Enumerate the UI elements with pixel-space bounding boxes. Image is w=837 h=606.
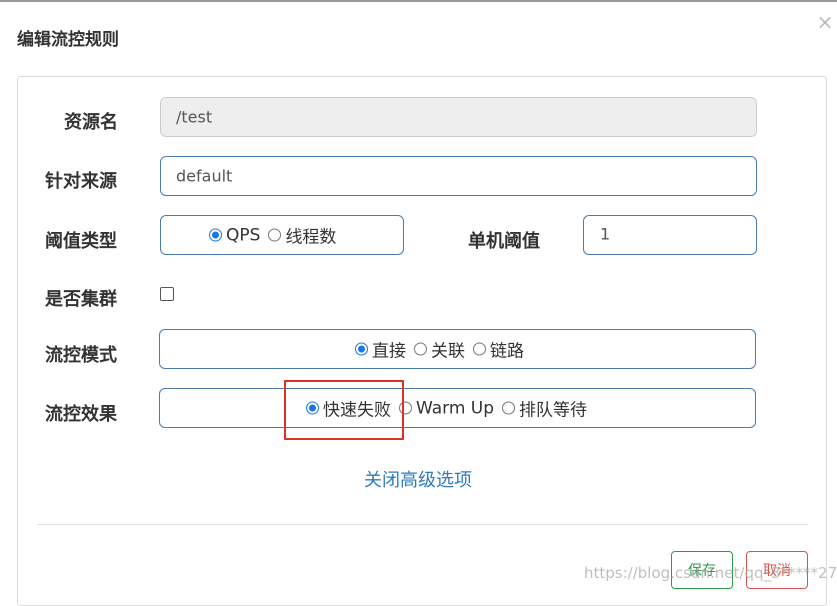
cluster-label: 是否集群 <box>45 289 117 310</box>
radio-queue[interactable]: 排队等待 <box>502 396 587 421</box>
radio-fast-fail-label: 快速失败 <box>323 400 391 421</box>
radio-thread-count-button[interactable] <box>268 228 282 242</box>
save-button[interactable]: 保存 <box>671 551 733 589</box>
single-threshold-value: 1 <box>600 224 611 244</box>
cancel-button[interactable]: 取消 <box>746 551 808 589</box>
threshold-type-label: 阈值类型 <box>45 231 117 252</box>
control-effect-group: 快速失败 Warm Up 排队等待 <box>159 388 756 428</box>
close-icon[interactable]: × <box>815 12 835 32</box>
single-threshold-input[interactable]: 1 <box>583 215 757 255</box>
radio-chain-label: 链路 <box>490 341 524 362</box>
radio-qps-label: QPS <box>226 225 261 245</box>
radio-chain[interactable]: 链路 <box>473 337 524 362</box>
radio-relate[interactable]: 关联 <box>414 337 465 362</box>
radio-queue-button[interactable] <box>502 401 516 415</box>
radio-chain-button[interactable] <box>473 342 486 356</box>
radio-thread-count-label: 线程数 <box>285 227 337 248</box>
radio-qps[interactable]: QPS <box>209 225 260 245</box>
radio-relate-button[interactable] <box>414 342 427 356</box>
radio-warm-up-button[interactable] <box>399 401 412 415</box>
resource-name-label: 资源名 <box>64 112 118 133</box>
radio-warm-up-label: Warm Up <box>416 398 495 418</box>
radio-qps-button[interactable] <box>209 228 222 242</box>
limit-app-input[interactable]: default <box>160 156 757 196</box>
close-advanced-options-link[interactable]: 关闭高级选项 <box>364 466 472 492</box>
radio-direct-button[interactable] <box>355 342 368 356</box>
radio-direct-label: 直接 <box>372 341 406 362</box>
threshold-type-group: QPS 线程数 <box>160 215 404 255</box>
control-effect-label: 流控效果 <box>45 404 117 425</box>
radio-fast-fail-button[interactable] <box>306 401 319 415</box>
radio-relate-label: 关联 <box>431 341 465 362</box>
radio-queue-label: 排队等待 <box>519 400 588 421</box>
radio-warm-up[interactable]: Warm Up <box>399 398 494 418</box>
radio-direct[interactable]: 直接 <box>355 337 406 362</box>
radio-fast-fail[interactable]: 快速失败 <box>306 396 391 421</box>
dialog-title: 编辑流控规则 <box>17 30 119 50</box>
control-mode-group: 直接 关联 链路 <box>159 329 756 369</box>
flow-rule-dialog: 编辑流控规则 × 资源名 /test 针对来源 default 阈值类型 QPS… <box>0 0 837 606</box>
resource-name-value: /test <box>176 107 213 127</box>
resource-name-input: /test <box>160 97 757 137</box>
radio-thread-count[interactable]: 线程数 <box>268 223 336 248</box>
footer-divider <box>37 524 808 525</box>
limit-app-value: default <box>176 166 233 186</box>
single-threshold-label: 单机阈值 <box>468 231 540 252</box>
cluster-checkbox[interactable] <box>160 287 174 301</box>
control-mode-label: 流控模式 <box>45 345 117 366</box>
limit-app-label: 针对来源 <box>45 171 117 192</box>
